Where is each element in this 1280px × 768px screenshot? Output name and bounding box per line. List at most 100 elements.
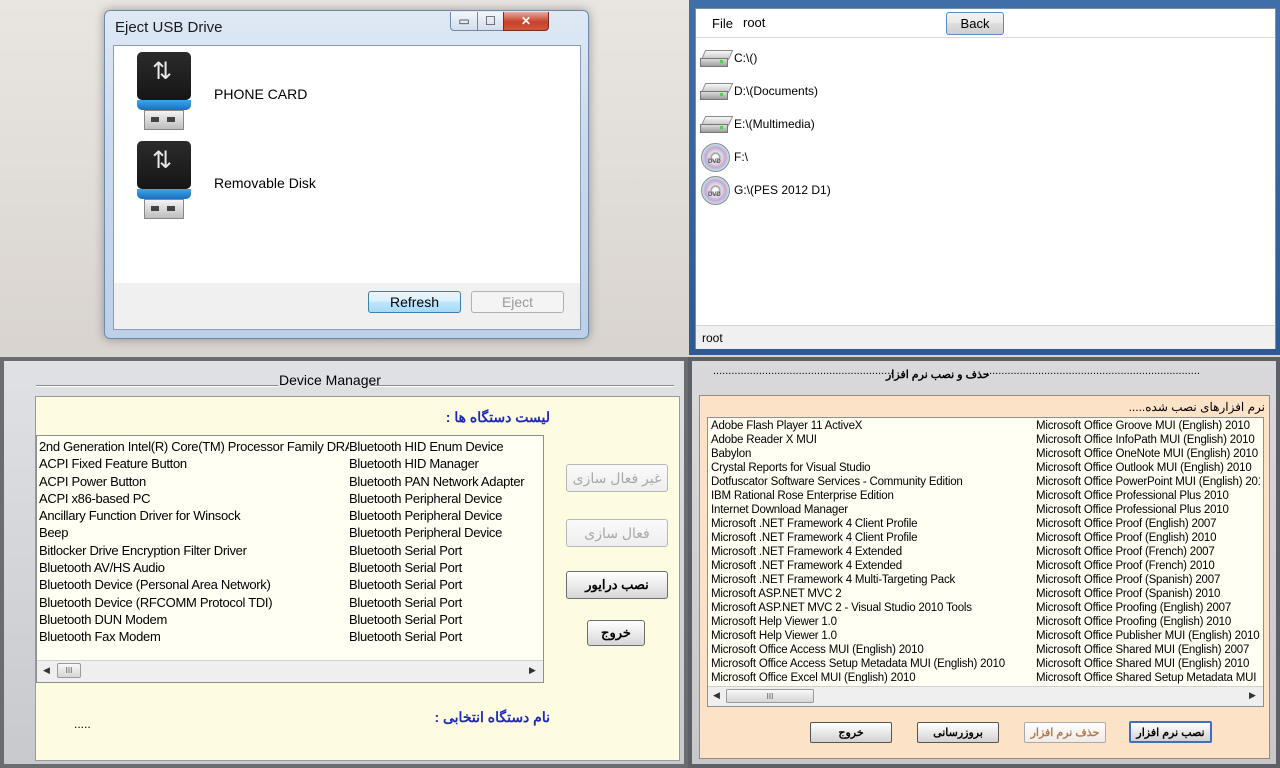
software-manager-frame: ........................................… — [692, 361, 1276, 764]
software-list-item[interactable]: Microsoft .NET Framework 4 Extended — [711, 559, 1031, 573]
software-list-item[interactable]: Microsoft Office Shared Setup Metadata M… — [1036, 671, 1260, 685]
software-list-item[interactable]: Microsoft Office OneNote MUI (English) 2… — [1036, 447, 1260, 461]
remove-software-button[interactable]: حذف نرم افزار — [1024, 722, 1106, 743]
scroll-left-arrow-icon[interactable]: ◀ — [713, 690, 720, 701]
software-list-item[interactable]: Microsoft .NET Framework 4 Client Profil… — [711, 517, 1031, 531]
device-list-item[interactable]: Bitlocker Drive Encryption Filter Driver — [39, 542, 349, 559]
enable-device-button[interactable]: فعال سازی — [566, 519, 668, 547]
software-list-item[interactable]: Microsoft ASP.NET MVC 2 - Visual Studio … — [711, 601, 1031, 615]
device-list-item[interactable]: Beep — [39, 524, 349, 541]
horizontal-scrollbar[interactable]: ◀ III ▶ — [37, 660, 543, 682]
software-list-item[interactable]: Adobe Flash Player 11 ActiveX — [711, 419, 1031, 433]
device-list-item[interactable]: Bluetooth Peripheral Device — [349, 524, 539, 541]
device-list-item[interactable]: Bluetooth Fax Modem — [39, 628, 349, 645]
drive-item-c[interactable]: C:\() — [700, 43, 831, 73]
scroll-right-arrow-icon[interactable]: ▶ — [1249, 690, 1256, 701]
software-list-item[interactable]: Microsoft Office Access Setup Metadata M… — [711, 657, 1031, 671]
software-list-item[interactable]: Microsoft Office Excel MUI (English) 201… — [711, 671, 1031, 685]
device-list-item[interactable]: Bluetooth Peripheral Device — [349, 490, 539, 507]
menu-bar: File root Back — [696, 9, 1275, 38]
software-list-item[interactable]: Microsoft Office Publisher MUI (English)… — [1036, 629, 1260, 643]
software-list-item[interactable]: Microsoft Office Proofing (English) 2010 — [1036, 615, 1260, 629]
software-list-item[interactable]: Microsoft Office Professional Plus 2010 — [1036, 489, 1260, 503]
drive-item-g[interactable]: DVD G:\(PES 2012 D1) — [700, 175, 831, 205]
software-list-item[interactable]: Microsoft Office Shared MUI (English) 20… — [1036, 657, 1260, 671]
software-list-item[interactable]: Microsoft Office PowerPoint MUI (English… — [1036, 475, 1260, 489]
device-list-item[interactable]: Bluetooth DUN Modem — [39, 611, 349, 628]
software-list-item[interactable]: Microsoft Office Proof (French) 2007 — [1036, 545, 1260, 559]
refresh-button[interactable]: Refresh — [368, 291, 461, 313]
scroll-thumb[interactable]: III — [57, 663, 81, 678]
installed-software-label: نرم افزارهای نصب شده..... — [1128, 400, 1265, 414]
horizontal-scrollbar[interactable]: ◀ III ▶ — [708, 686, 1263, 706]
maximize-button[interactable]: ☐ — [477, 12, 504, 31]
software-list-item[interactable]: Microsoft .NET Framework 4 Client Profil… — [711, 531, 1031, 545]
disable-device-button[interactable]: غیر فعال سازی — [566, 464, 668, 492]
exit-button[interactable]: خروج — [587, 620, 645, 646]
software-list-item[interactable]: Internet Download Manager — [711, 503, 1031, 517]
software-list-item[interactable]: Microsoft Office Proof (Spanish) 2010 — [1036, 587, 1260, 601]
device-item-removable-disk[interactable]: ⇅ Removable Disk — [134, 141, 434, 223]
device-list-item[interactable]: Bluetooth Device (RFCOMM Protocol TDI) — [39, 594, 349, 611]
device-panel: لیست دستگاه ها : 2nd Generation Intel(R)… — [35, 396, 680, 761]
install-driver-button[interactable]: نصب درایور — [566, 571, 668, 599]
device-list-item[interactable]: 2nd Generation Intel(R) Core(TM) Process… — [39, 438, 349, 455]
software-list-item[interactable]: Microsoft Office Proof (English) 2007 — [1036, 517, 1260, 531]
software-list-item[interactable]: IBM Rational Rose Enterprise Edition — [711, 489, 1031, 503]
software-list-item[interactable]: Microsoft Office Outlook MUI (English) 2… — [1036, 461, 1260, 475]
eject-button[interactable]: Eject — [471, 291, 564, 313]
scroll-right-arrow-icon[interactable]: ▶ — [529, 665, 536, 676]
device-list-item[interactable]: Bluetooth Serial Port — [349, 559, 539, 576]
device-list-item[interactable]: Bluetooth Serial Port — [349, 542, 539, 559]
software-list-item[interactable]: Microsoft Office Professional Plus 2010 — [1036, 503, 1260, 517]
device-list-item[interactable]: Bluetooth Peripheral Device — [349, 507, 539, 524]
scroll-thumb[interactable]: III — [726, 689, 814, 703]
drive-item-f[interactable]: DVD F:\ — [700, 142, 831, 172]
scroll-left-arrow-icon[interactable]: ◀ — [43, 665, 50, 676]
software-listbox[interactable]: Adobe Flash Player 11 ActiveX Adobe Reade… — [707, 417, 1264, 707]
software-list-item[interactable]: Microsoft Office Proof (French) 2010 — [1036, 559, 1260, 573]
device-list-item[interactable]: ACPI Fixed Feature Button — [39, 455, 349, 472]
drive-label: D:\(Documents) — [734, 84, 819, 98]
device-list-item[interactable]: Bluetooth PAN Network Adapter — [349, 473, 539, 490]
install-software-button[interactable]: نصب نرم افزار — [1129, 721, 1212, 743]
software-list-item[interactable]: Microsoft ASP.NET MVC 2 — [711, 587, 1031, 601]
device-list-item[interactable]: Bluetooth HID Manager — [349, 455, 539, 472]
software-list-item[interactable]: Microsoft Office Proof (English) 2010 — [1036, 531, 1260, 545]
device-list-item[interactable]: Bluetooth HID Enum Device — [349, 438, 539, 455]
device-item-phone-card[interactable]: ⇅ PHONE CARD — [134, 52, 434, 134]
device-list-item[interactable]: ACPI x86-based PC — [39, 490, 349, 507]
device-listbox[interactable]: 2nd Generation Intel(R) Core(TM) Process… — [36, 435, 544, 683]
software-list-item[interactable]: Microsoft Office Proofing (English) 2007 — [1036, 601, 1260, 615]
device-list-item[interactable]: Ancillary Function Driver for Winsock — [39, 507, 349, 524]
minimize-button[interactable]: ▭ — [450, 12, 478, 31]
back-button[interactable]: Back — [946, 12, 1004, 35]
exit-button[interactable]: خروج — [810, 722, 892, 743]
software-list-item[interactable]: Adobe Reader X MUI — [711, 433, 1031, 447]
file-menu[interactable]: File — [712, 16, 733, 31]
update-button[interactable]: بروزرسانی — [917, 722, 999, 743]
device-list-item[interactable]: Bluetooth Serial Port — [349, 628, 539, 645]
software-list-item[interactable]: Microsoft Office Proof (Spanish) 2007 — [1036, 573, 1260, 587]
device-list-item[interactable]: Bluetooth Serial Port — [349, 576, 539, 593]
software-list-item[interactable]: Microsoft Office Shared MUI (English) 20… — [1036, 643, 1260, 657]
drive-item-e[interactable]: E:\(Multimedia) — [700, 109, 831, 139]
software-list-item[interactable]: Microsoft .NET Framework 4 Extended — [711, 545, 1031, 559]
software-list-item[interactable]: Microsoft Office InfoPath MUI (English) … — [1036, 433, 1260, 447]
close-button[interactable]: ✕ — [503, 12, 549, 31]
device-list-item[interactable]: Bluetooth Serial Port — [349, 611, 539, 628]
software-list-item[interactable]: Crystal Reports for Visual Studio — [711, 461, 1031, 475]
software-list-item[interactable]: Microsoft .NET Framework 4 Multi-Targeti… — [711, 573, 1031, 587]
device-list-item[interactable]: Bluetooth Device (Personal Area Network) — [39, 576, 349, 593]
software-list-item[interactable]: Dotfuscator Software Services - Communit… — [711, 475, 1031, 489]
software-list-item[interactable]: Microsoft Help Viewer 1.0 — [711, 629, 1031, 643]
software-list-item[interactable]: Babylon — [711, 447, 1031, 461]
software-list-item[interactable]: Microsoft Help Viewer 1.0 — [711, 615, 1031, 629]
device-list-item[interactable]: Bluetooth AV/HS Audio — [39, 559, 349, 576]
software-list-item[interactable]: Microsoft Office Groove MUI (English) 20… — [1036, 419, 1260, 433]
path-field[interactable]: root — [743, 15, 765, 30]
device-list-item[interactable]: Bluetooth Serial Port — [349, 594, 539, 611]
drive-item-d[interactable]: D:\(Documents) — [700, 76, 831, 106]
software-list-item[interactable]: Microsoft Office Access MUI (English) 20… — [711, 643, 1031, 657]
device-list-item[interactable]: ACPI Power Button — [39, 473, 349, 490]
